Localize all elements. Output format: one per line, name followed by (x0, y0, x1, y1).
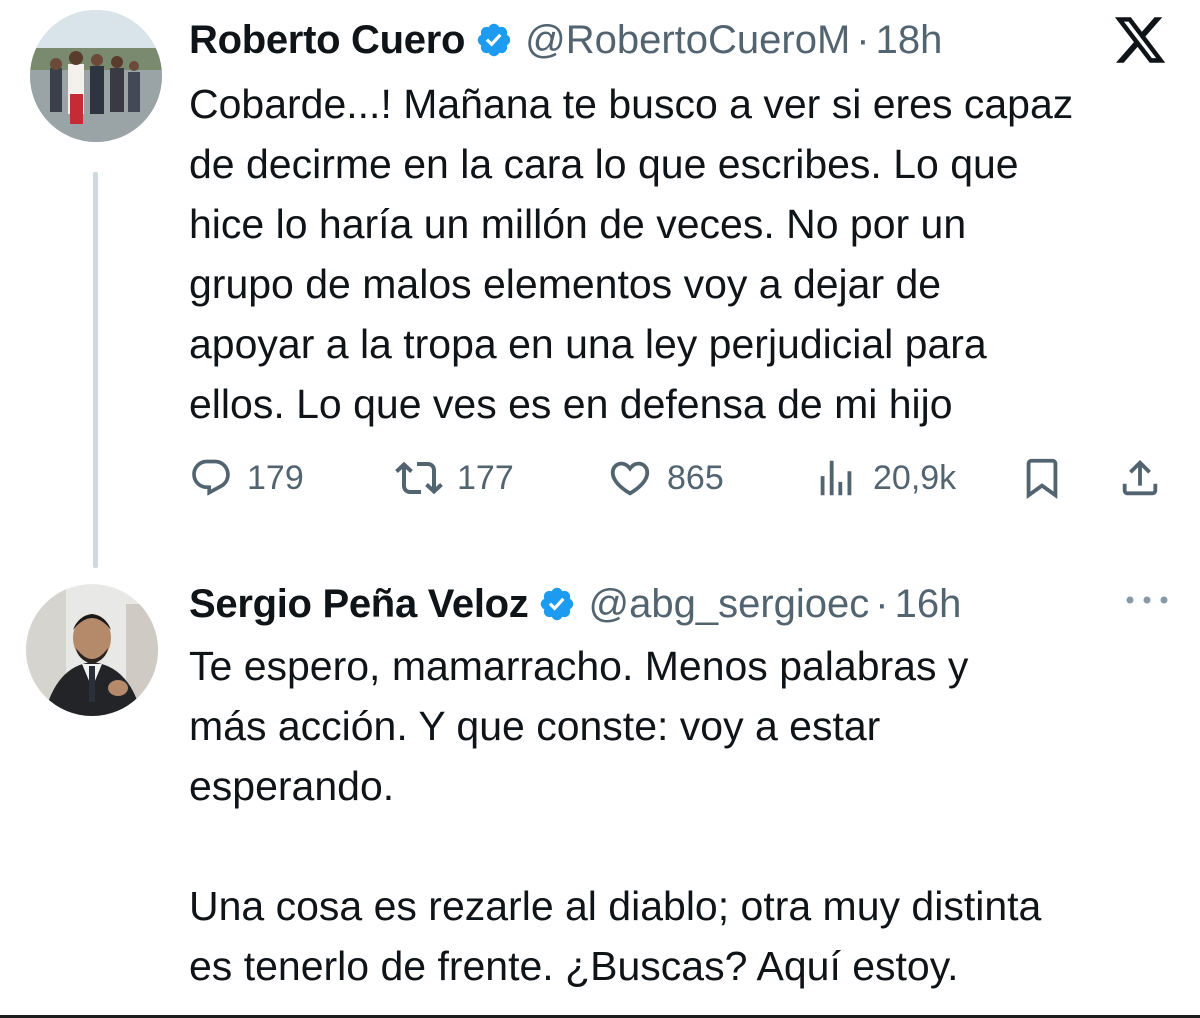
tweet-actions-bar: 179 177 865 20,9k (189, 452, 1169, 504)
avatar-roberto-cuero[interactable] (30, 10, 162, 142)
avatar-sergio-pena-veloz[interactable] (26, 584, 158, 716)
views-button[interactable]: 20,9k (813, 452, 956, 504)
verified-badge-icon (477, 23, 511, 57)
thread-connector-line (93, 172, 98, 568)
views-count: 20,9k (873, 458, 957, 497)
tweet-sergio-pena-veloz[interactable]: Sergio Peña Veloz @abg_sergioec · 16h Te… (0, 572, 1200, 1018)
author-name[interactable]: Sergio Peña Veloz (189, 578, 529, 630)
tweet-timestamp[interactable]: 18h (876, 14, 943, 66)
bookmark-icon (1026, 458, 1058, 499)
tweet-header: Sergio Peña Veloz @abg_sergioec · 16h (189, 578, 961, 630)
share-button[interactable] (1117, 452, 1163, 504)
more-icon[interactable] (1124, 590, 1170, 610)
tweet-text: Cobarde...! Mañana te busco a ver si ere… (189, 81, 1074, 427)
heart-icon (610, 461, 650, 496)
separator-dot: · (875, 582, 889, 626)
views-icon (820, 460, 852, 496)
separator-dot: · (856, 18, 870, 62)
share-icon (1122, 459, 1158, 496)
tweet-roberto-cuero[interactable]: Roberto Cuero @RobertoCueroM · 18h Cobar… (0, 0, 1200, 568)
reply-icon (192, 459, 230, 496)
bookmark-button[interactable] (1019, 452, 1065, 504)
author-name[interactable]: Roberto Cuero (189, 14, 465, 66)
tweet-text: Te espero, mamarracho. Menos palabras y … (189, 643, 1042, 989)
tweet-header: Roberto Cuero @RobertoCueroM · 18h (189, 14, 942, 66)
repost-count: 177 (457, 458, 514, 497)
like-count: 865 (667, 458, 724, 497)
repost-icon (395, 461, 443, 495)
like-button[interactable]: 865 (607, 452, 724, 504)
tweet-timestamp[interactable]: 16h (895, 578, 962, 630)
reply-count: 179 (247, 458, 304, 497)
author-handle[interactable]: @RobertoCueroM (525, 14, 850, 66)
reply-button[interactable]: 179 (189, 452, 304, 504)
repost-button[interactable]: 177 (395, 452, 514, 504)
author-handle[interactable]: @abg_sergioec (588, 578, 869, 630)
verified-badge-icon (541, 587, 574, 621)
